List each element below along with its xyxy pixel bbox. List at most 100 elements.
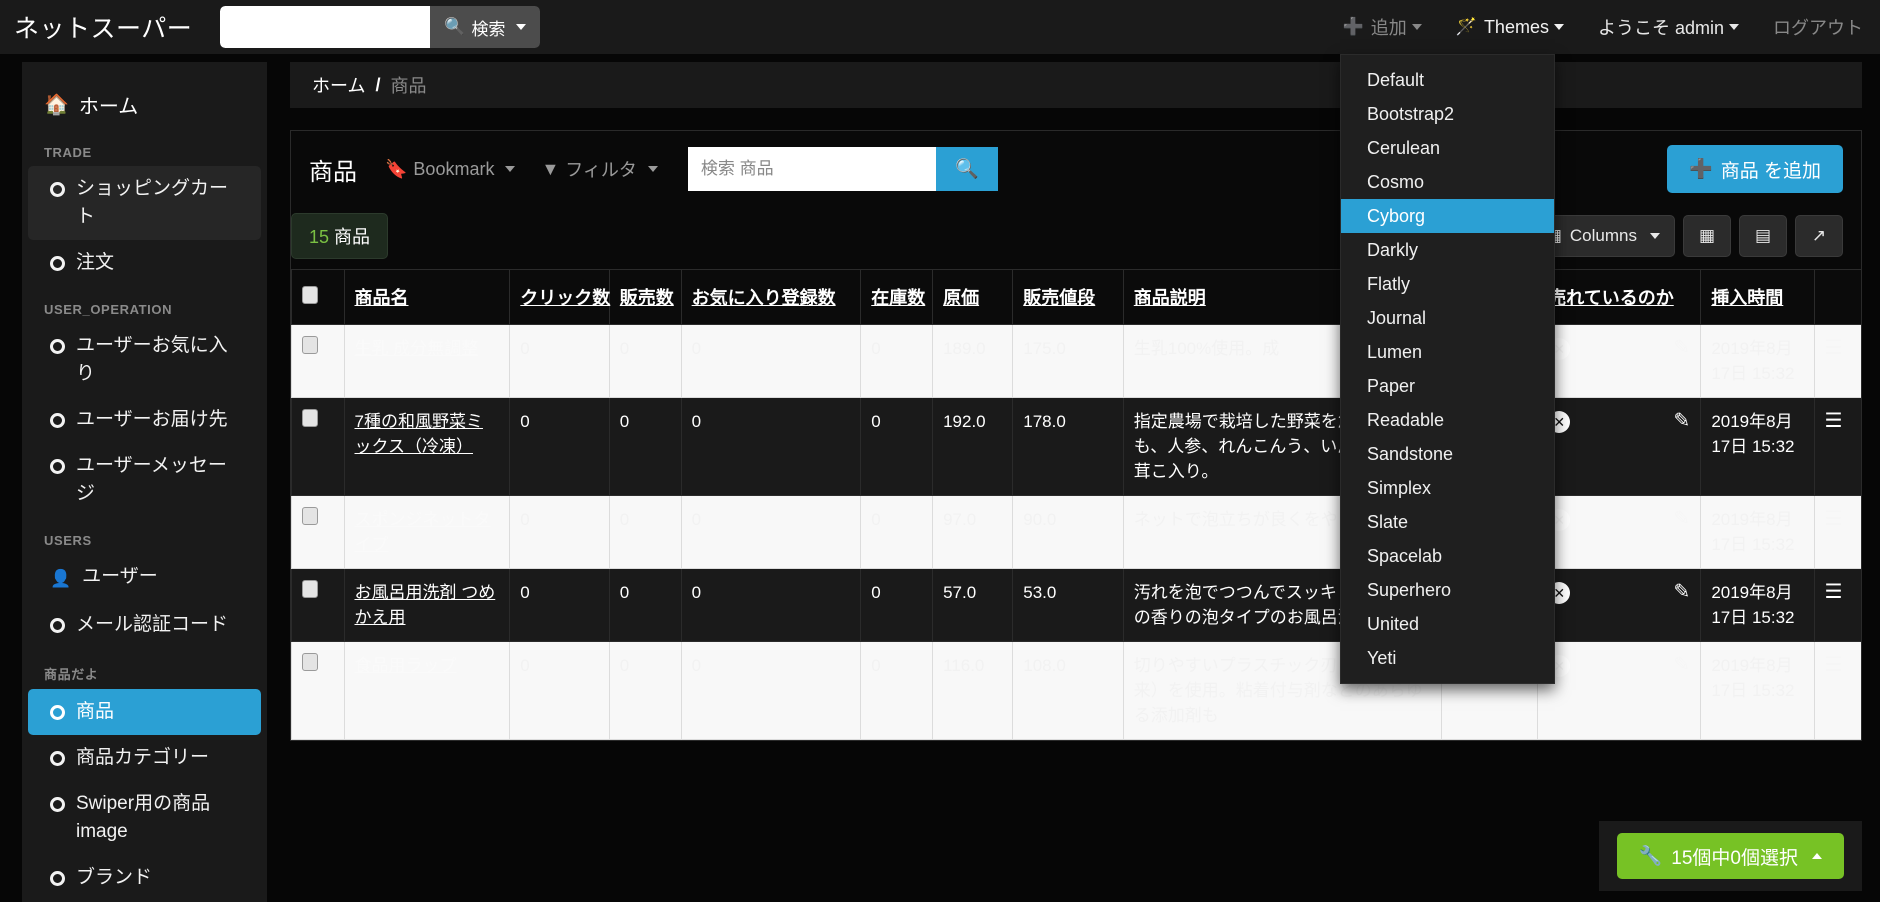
- theme-option-journal[interactable]: Journal: [1341, 301, 1554, 335]
- product-name-link[interactable]: 生乳 成分無調整: [344, 325, 510, 398]
- theme-option-cyborg[interactable]: Cyborg: [1341, 199, 1554, 233]
- row-menu-icon[interactable]: ☰: [1814, 325, 1861, 398]
- theme-option-default[interactable]: Default: [1341, 63, 1554, 97]
- sidebar-item-1-g4[interactable]: 商品: [28, 689, 261, 735]
- sidebar-item-1-g3[interactable]: 👤ユーザー: [28, 554, 261, 602]
- nav-add-menu[interactable]: ➕ 追加: [1326, 0, 1439, 54]
- product-name-link-text[interactable]: 生乳 成分無調整: [355, 339, 479, 358]
- sidebar-item-1-g1[interactable]: ショッピングカート: [28, 166, 261, 240]
- table-row[interactable]: 食品用ラップ0000116.0108.0切りやすいプラスチック刃（植物由来）を使…: [292, 642, 1862, 740]
- sidebar-item-4-g4[interactable]: ブランド: [28, 855, 261, 901]
- edit-icon[interactable]: ✎: [1674, 653, 1691, 678]
- theme-option-sandstone[interactable]: Sandstone: [1341, 437, 1554, 471]
- products-table-wrapper[interactable]: 商品名クリック数販売数お気に入り登録数在庫数原価販売値段商品説明売れているのか挿…: [291, 269, 1861, 740]
- table-row[interactable]: お風呂用洗剤 つめかえ用000057.053.0汚れを泡でつつんでスッキリ！レモ…: [292, 569, 1862, 642]
- cell-sold-flag[interactable]: ✕✎: [1538, 325, 1701, 398]
- cell-sold-flag[interactable]: ✕✎: [1538, 496, 1701, 569]
- column-header-6[interactable]: 原価: [933, 270, 1013, 325]
- column-header-4[interactable]: お気に入り登録数: [681, 270, 861, 325]
- checkbox-icon[interactable]: [302, 409, 318, 427]
- sidebar-item-2-g4[interactable]: 商品カテゴリー: [28, 735, 261, 781]
- nav-logout-link[interactable]: ログアウト: [1756, 0, 1880, 54]
- theme-option-cosmo[interactable]: Cosmo: [1341, 165, 1554, 199]
- table-row[interactable]: 7種の和風野菜ミックス（冷凍）0000192.0178.0指定農場で栽培した野菜…: [292, 398, 1862, 496]
- checkbox-icon[interactable]: [302, 336, 318, 354]
- navbar-search-button[interactable]: 🔍 検索: [430, 6, 540, 48]
- row-menu-icon[interactable]: ☰: [1825, 581, 1843, 603]
- row-select-checkbox[interactable]: [292, 642, 345, 740]
- panel-search-input[interactable]: [688, 147, 936, 191]
- sidebar-item-2-g2[interactable]: ユーザーお届け先: [28, 397, 261, 443]
- product-name-link[interactable]: 7種の和風野菜ミックス（冷凍）: [344, 398, 510, 496]
- filter-menu[interactable]: ▼ フィルタ: [541, 156, 657, 182]
- column-header-7[interactable]: 販売値段: [1013, 270, 1124, 325]
- breadcrumb-home[interactable]: ホーム: [312, 72, 365, 98]
- nav-themes-menu[interactable]: 🪄 Themes: [1439, 0, 1581, 54]
- theme-option-bootstrap2[interactable]: Bootstrap2: [1341, 97, 1554, 131]
- row-menu-icon[interactable]: ☰: [1825, 337, 1843, 359]
- sidebar-item-3-g4[interactable]: Swiper用の商品image: [28, 781, 261, 855]
- theme-option-slate[interactable]: Slate: [1341, 505, 1554, 539]
- column-header-10[interactable]: 売れているのか: [1538, 270, 1701, 325]
- sidebar-item-2-g1[interactable]: 注文: [28, 240, 261, 286]
- cell-sold-flag[interactable]: ✕✎: [1538, 642, 1701, 740]
- row-select-checkbox[interactable]: [292, 569, 345, 642]
- theme-option-flatly[interactable]: Flatly: [1341, 267, 1554, 301]
- checkbox-icon[interactable]: [302, 580, 318, 598]
- edit-icon[interactable]: ✎: [1674, 409, 1691, 434]
- column-header-5[interactable]: 在庫数: [861, 270, 933, 325]
- navbar-search-input[interactable]: [220, 6, 430, 48]
- product-name-link-text[interactable]: 食品用ラップ: [355, 656, 457, 675]
- column-header-2[interactable]: クリック数: [510, 270, 609, 325]
- add-product-button[interactable]: ➕ 商品 を追加: [1667, 145, 1843, 193]
- product-name-link[interactable]: お風呂用洗剤 つめかえ用: [344, 569, 510, 642]
- fullscreen-button[interactable]: ↗: [1795, 215, 1843, 257]
- themes-dropdown-menu[interactable]: DefaultBootstrap2CeruleanCosmoCyborgDark…: [1340, 54, 1555, 684]
- theme-option-united[interactable]: United: [1341, 607, 1554, 641]
- product-name-link-text[interactable]: スポンジネットタイプ: [355, 510, 491, 554]
- cell-sold-flag[interactable]: ✕✎: [1538, 569, 1701, 642]
- table-row[interactable]: スポンジネットタイプ000097.090.0ネットで泡立ちが良くをやさしく落と✕…: [292, 496, 1862, 569]
- product-name-link[interactable]: スポンジネットタイプ: [344, 496, 510, 569]
- theme-option-darkly[interactable]: Darkly: [1341, 233, 1554, 267]
- product-name-link-text[interactable]: お風呂用洗剤 つめかえ用: [355, 583, 496, 627]
- sidebar-item-home[interactable]: 🏠 ホーム: [22, 80, 267, 129]
- theme-option-paper[interactable]: Paper: [1341, 369, 1554, 403]
- panel-search-button[interactable]: 🔍: [936, 147, 998, 191]
- theme-option-simplex[interactable]: Simplex: [1341, 471, 1554, 505]
- sidebar-item-1-g2[interactable]: ユーザーお気に入り: [28, 323, 261, 397]
- row-select-checkbox[interactable]: [292, 496, 345, 569]
- row-menu-icon[interactable]: ☰: [1814, 398, 1861, 496]
- theme-option-spacelab[interactable]: Spacelab: [1341, 539, 1554, 573]
- sidebar-item-2-g3[interactable]: メール認証コード: [28, 602, 261, 648]
- row-select-checkbox[interactable]: [292, 325, 345, 398]
- row-menu-icon[interactable]: ☰: [1814, 569, 1861, 642]
- bookmark-menu[interactable]: 🔖 Bookmark: [385, 159, 515, 180]
- theme-option-cerulean[interactable]: Cerulean: [1341, 131, 1554, 165]
- edit-icon[interactable]: ✎: [1674, 507, 1691, 532]
- product-name-link[interactable]: 食品用ラップ: [344, 642, 510, 740]
- column-header-3[interactable]: 販売数: [609, 270, 681, 325]
- row-menu-icon[interactable]: ☰: [1825, 410, 1843, 432]
- theme-option-readable[interactable]: Readable: [1341, 403, 1554, 437]
- sidebar-item-3-g2[interactable]: ユーザーメッセージ: [28, 443, 261, 517]
- edit-icon[interactable]: ✎: [1674, 336, 1691, 361]
- column-header-1[interactable]: 商品名: [344, 270, 510, 325]
- grid-view-button[interactable]: ▤: [1739, 215, 1787, 257]
- checkbox-icon[interactable]: [302, 653, 318, 671]
- column-header-11[interactable]: 挿入時間: [1701, 270, 1814, 325]
- row-menu-icon[interactable]: ☰: [1825, 654, 1843, 676]
- theme-option-superhero[interactable]: Superhero: [1341, 573, 1554, 607]
- table-row[interactable]: 生乳 成分無調整0000189.0175.0生乳100%使用。成✕✎2019年8…: [292, 325, 1862, 398]
- cell-sold-flag[interactable]: ✕✎: [1538, 398, 1701, 496]
- row-menu-icon[interactable]: ☰: [1814, 496, 1861, 569]
- edit-icon[interactable]: ✎: [1674, 580, 1691, 605]
- nav-user-menu[interactable]: ようこそ admin: [1581, 0, 1756, 54]
- product-name-link-text[interactable]: 7種の和風野菜ミックス（冷凍）: [355, 412, 483, 456]
- theme-option-yeti[interactable]: Yeti: [1341, 641, 1554, 675]
- card-view-button[interactable]: ▦: [1683, 215, 1731, 257]
- row-select-checkbox[interactable]: [292, 398, 345, 496]
- row-menu-icon[interactable]: ☰: [1825, 508, 1843, 530]
- brand-logo[interactable]: ネットスーパー: [0, 9, 210, 45]
- checkbox-icon[interactable]: [302, 507, 318, 525]
